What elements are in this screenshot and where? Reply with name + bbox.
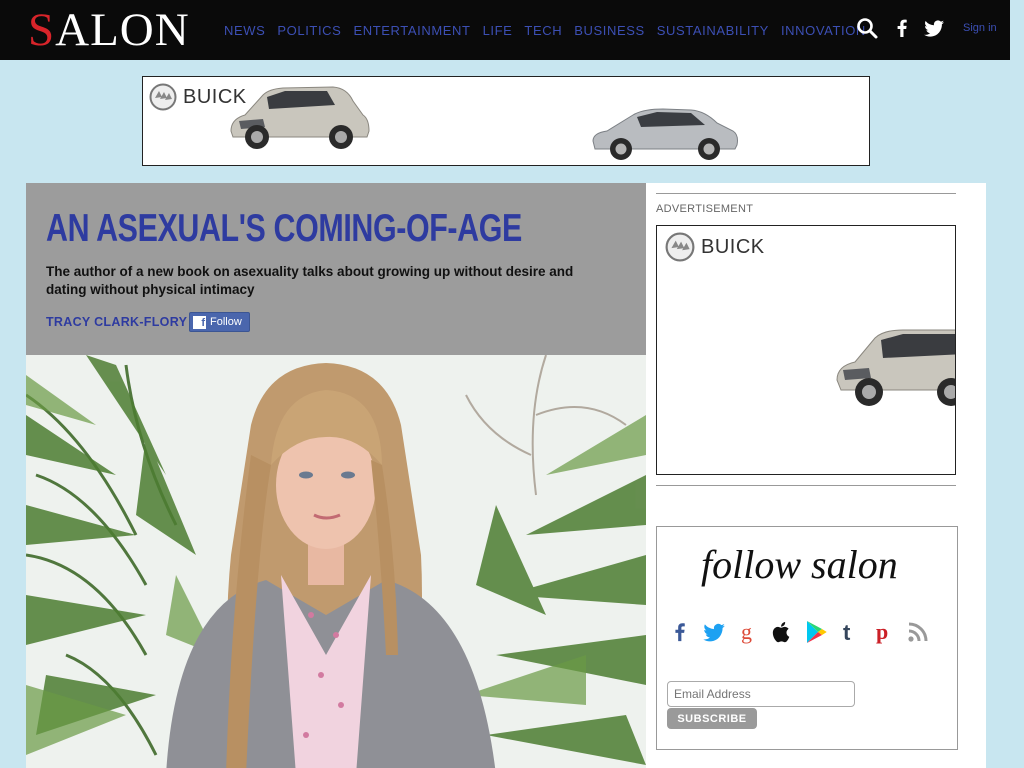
social-icons: g t p bbox=[667, 619, 939, 645]
svg-text:t: t bbox=[843, 620, 851, 645]
article-photo bbox=[26, 355, 646, 768]
signin-link[interactable]: Sign in bbox=[963, 22, 997, 34]
buick-emblem-icon bbox=[665, 232, 695, 262]
search-icon[interactable] bbox=[855, 16, 879, 40]
sidebar-divider bbox=[656, 193, 956, 194]
article-hero: AN ASEXUAL'S COMING-OF-AGE The author of… bbox=[26, 183, 646, 355]
buick-logo: BUICK bbox=[665, 232, 765, 262]
main-nav: NEWS POLITICS ENTERTAINMENT LIFE TECH BU… bbox=[224, 23, 878, 38]
buick-emblem-icon bbox=[149, 83, 177, 111]
sidebar-ad[interactable]: BUICK bbox=[656, 225, 956, 475]
email-input[interactable] bbox=[667, 681, 855, 707]
suv-image bbox=[230, 86, 370, 149]
nav-life[interactable]: LIFE bbox=[483, 23, 513, 38]
twitter-icon[interactable] bbox=[922, 16, 946, 40]
facebook-icon[interactable] bbox=[890, 16, 914, 40]
follow-salon-box: follow salon g t p SUBSCRIBE bbox=[656, 526, 958, 750]
google-play-icon[interactable] bbox=[803, 619, 829, 645]
nav-tech[interactable]: TECH bbox=[524, 23, 562, 38]
nav-politics[interactable]: POLITICS bbox=[277, 23, 341, 38]
apple-icon[interactable] bbox=[769, 619, 795, 645]
suv-image bbox=[836, 329, 955, 406]
svg-text:p: p bbox=[876, 619, 888, 644]
facebook-follow-button[interactable]: f Follow bbox=[189, 312, 250, 332]
subscribe-button[interactable]: SUBSCRIBE bbox=[667, 708, 757, 729]
facebook-icon[interactable] bbox=[667, 619, 693, 645]
nav-news[interactable]: NEWS bbox=[224, 23, 265, 38]
rss-icon[interactable] bbox=[905, 619, 931, 645]
site-header: SALON NEWS POLITICS ENTERTAINMENT LIFE T… bbox=[0, 0, 1010, 60]
sedan-image bbox=[592, 108, 738, 160]
article-dek: The author of a new book on asexuality t… bbox=[46, 264, 574, 297]
facebook-icon: f bbox=[193, 315, 206, 329]
svg-text:g: g bbox=[741, 619, 752, 644]
twitter-icon[interactable] bbox=[701, 619, 727, 645]
author-link[interactable]: TRACY CLARK-FLORY bbox=[46, 315, 187, 329]
nav-business[interactable]: BUSINESS bbox=[574, 23, 645, 38]
follow-title: follow salon bbox=[701, 542, 898, 587]
google-icon[interactable]: g bbox=[735, 619, 761, 645]
top-banner-ad[interactable]: BUICK bbox=[142, 76, 870, 166]
salon-logo[interactable]: SALON bbox=[28, 4, 190, 56]
article-headline: AN ASEXUAL'S COMING-OF-AGE bbox=[46, 207, 522, 250]
pinterest-icon[interactable]: p bbox=[871, 619, 897, 645]
nav-sustainability[interactable]: SUSTAINABILITY bbox=[657, 23, 769, 38]
nav-innovation[interactable]: INNOVATION bbox=[781, 23, 866, 38]
sidebar-divider bbox=[656, 485, 956, 486]
nav-entertainment[interactable]: ENTERTAINMENT bbox=[353, 23, 470, 38]
advertisement-label: ADVERTISEMENT bbox=[656, 203, 754, 215]
tumblr-icon[interactable]: t bbox=[837, 619, 863, 645]
